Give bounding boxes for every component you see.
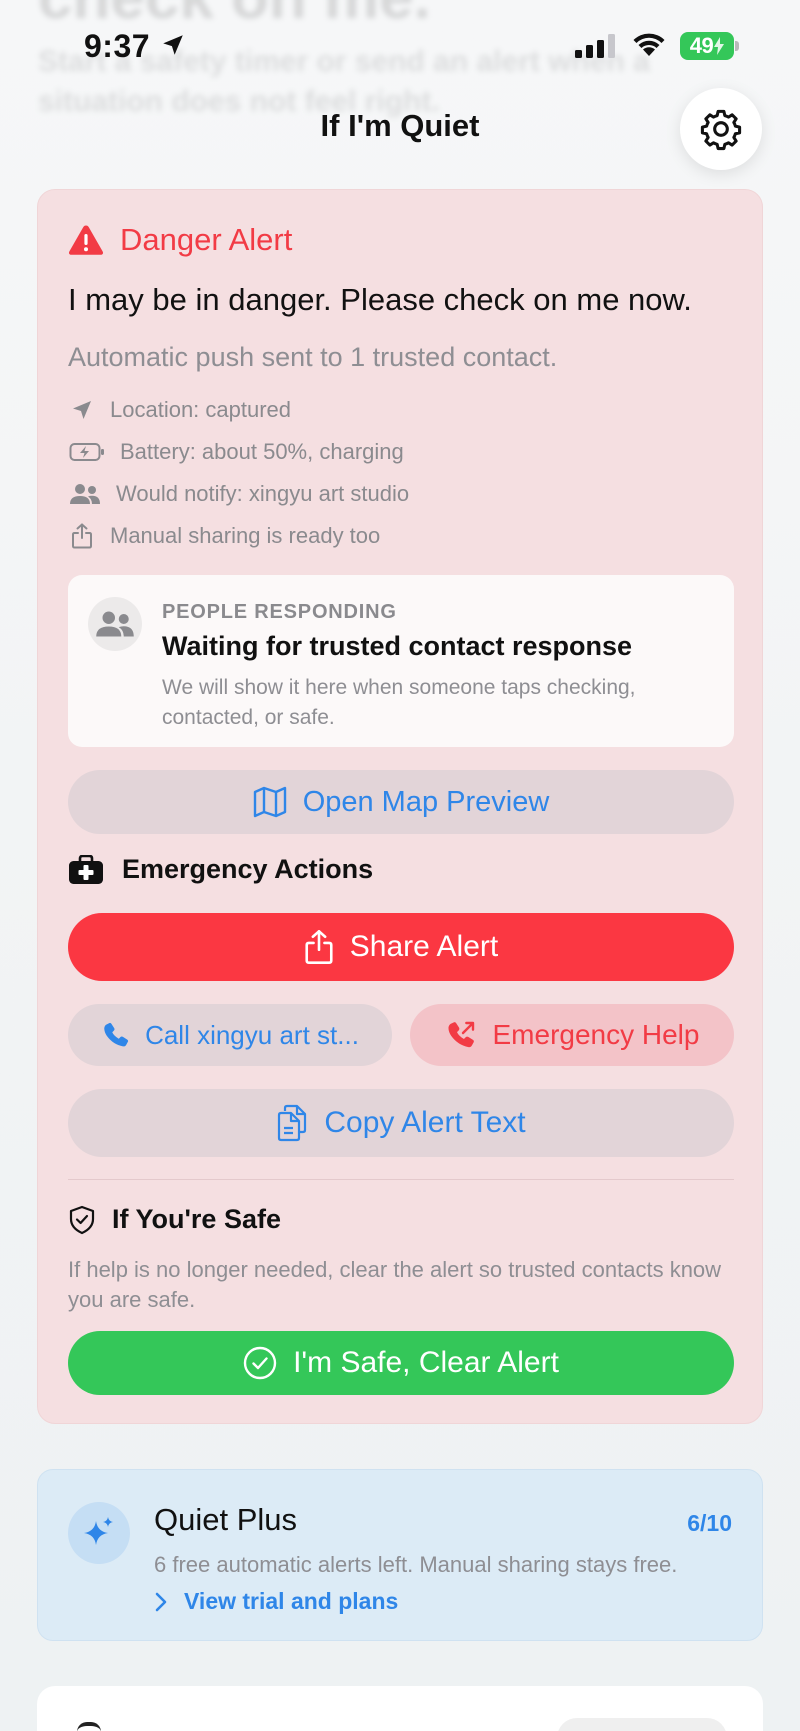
map-icon	[253, 786, 287, 818]
share-alert-button[interactable]: Share Alert	[68, 913, 734, 981]
im-safe-clear-alert-button[interactable]: I'm Safe, Clear Alert	[68, 1331, 734, 1395]
detail-text: Manual sharing is ready too	[110, 523, 381, 548]
detail-text: Battery: about 50%, charging	[120, 439, 404, 464]
battery-charging-icon	[68, 442, 106, 462]
danger-alert-heading: Danger Alert	[68, 222, 292, 258]
detail-text: Would notify: xingyu art studio	[116, 481, 410, 506]
responding-title: Waiting for trusted contact response	[162, 631, 633, 661]
detail-row-battery: Battery: about 50%, charging	[68, 439, 404, 465]
people-icon	[68, 483, 102, 505]
view-trial-label: View trial and plans	[184, 1588, 399, 1614]
location-services-icon	[160, 32, 186, 58]
shield-check-icon	[68, 1205, 96, 1235]
first-aid-kit-icon	[68, 854, 104, 885]
copy-button-label: Copy Alert Text	[324, 1106, 526, 1139]
people-responding-card: PEOPLE RESPONDING Waiting for trusted co…	[68, 575, 734, 747]
warning-triangle-icon	[68, 224, 104, 256]
detail-row-notify: Would notify: xingyu art studio	[68, 481, 409, 507]
sparkles-icon-circle	[68, 1502, 130, 1564]
alert-message: I may be in danger. Please check on me n…	[68, 282, 692, 317]
share-icon	[304, 929, 334, 965]
safe-description: If help is no longer needed, clear the a…	[68, 1257, 722, 1312]
people-avatar	[88, 597, 142, 651]
checkmark-circle-icon	[243, 1346, 277, 1380]
share-icon	[68, 523, 96, 549]
emergency-help-button[interactable]: Emergency Help	[410, 1004, 734, 1066]
detail-row-location: Location: captured	[68, 397, 291, 423]
call-button-label: Call xingyu art st...	[145, 1019, 359, 1050]
if-youre-safe-heading: If You're Safe	[68, 1204, 281, 1235]
copy-document-icon	[276, 1104, 308, 1142]
chevron-right-icon	[154, 1591, 168, 1613]
share-alert-label: Share Alert	[349, 930, 499, 963]
battery-cap	[735, 41, 739, 51]
battery-percent: 49	[689, 33, 714, 58]
partial-chip	[557, 1718, 727, 1731]
emergency-help-label: Emergency Help	[492, 1019, 700, 1050]
location-arrow-icon	[68, 398, 96, 422]
emergency-actions-heading: Emergency Actions	[68, 854, 373, 885]
phone-outgoing-icon	[445, 1019, 477, 1051]
copy-alert-text-button[interactable]: Copy Alert Text	[68, 1089, 734, 1157]
status-bar: 9:37 49	[0, 0, 800, 95]
push-status: Automatic push sent to 1 trusted contact…	[68, 342, 558, 372]
sparkles-icon	[81, 1515, 117, 1551]
phone-icon	[101, 1020, 131, 1050]
status-time: 9:37	[84, 28, 151, 64]
safe-heading-title: If You're Safe	[112, 1204, 281, 1234]
wifi-icon	[630, 30, 668, 58]
map-button-label: Open Map Preview	[302, 785, 550, 818]
danger-alert-title: Danger Alert	[120, 222, 293, 257]
next-card-partial	[37, 1686, 763, 1731]
call-contact-button[interactable]: Call xingyu art st...	[68, 1004, 392, 1066]
responding-description: We will show it here when someone taps c…	[162, 676, 636, 729]
open-map-preview-button[interactable]: Open Map Preview	[68, 770, 734, 834]
cellular-signal-icon	[575, 34, 617, 58]
view-trial-and-plans-link[interactable]: View trial and plans	[154, 1588, 398, 1615]
safe-button-label: I'm Safe, Clear Alert	[293, 1346, 559, 1379]
free-alerts-count: 6/10	[687, 1510, 732, 1536]
quiet-plus-description: 6 free automatic alerts left. Manual sha…	[154, 1552, 678, 1577]
emergency-actions-title: Emergency Actions	[122, 854, 374, 884]
detail-text: Location: captured	[110, 397, 292, 422]
battery-icon: 49	[680, 32, 740, 60]
danger-alert-card: Danger Alert I may be in danger. Please …	[37, 189, 763, 1424]
partial-icon	[77, 1722, 101, 1731]
section-divider	[68, 1179, 734, 1180]
detail-row-sharing: Manual sharing is ready too	[68, 523, 380, 549]
charging-bolt-icon	[714, 37, 725, 55]
responding-label: PEOPLE RESPONDING	[162, 601, 397, 623]
people-icon	[95, 610, 135, 638]
quiet-plus-title: Quiet Plus	[154, 1502, 298, 1537]
gear-icon	[698, 106, 744, 152]
quiet-plus-card[interactable]: Quiet Plus 6/10 6 free automatic alerts …	[37, 1469, 763, 1641]
settings-button[interactable]	[680, 88, 762, 170]
